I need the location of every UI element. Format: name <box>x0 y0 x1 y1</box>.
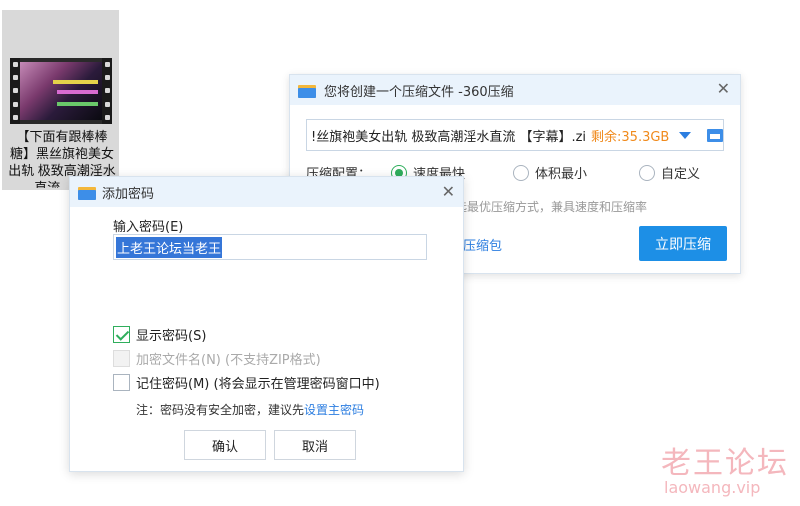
remember-password-label: 记住密码(M) (将会显示在管理密码窗口中) <box>136 377 380 392</box>
show-password-label: 显示密码(S) <box>136 329 207 344</box>
remember-password-checkbox[interactable] <box>113 374 130 391</box>
video-thumbnail <box>10 58 112 124</box>
confirm-button[interactable]: 确认 <box>184 430 266 460</box>
compress-now-button[interactable]: 立即压缩 <box>639 226 727 261</box>
watermark-url: laowang.vip <box>664 478 761 497</box>
close-icon[interactable]: ✕ <box>717 81 730 97</box>
remember-password-row[interactable]: 记住密码(M) (将会显示在管理密码窗口中) <box>113 373 380 392</box>
desktop-file-icon[interactable]: 【下面有跟棒棒糖】黑丝旗袍美女出轨 极致高潮淫水直流 【字 <box>2 10 119 190</box>
password-dialog-title: 添加密码 <box>102 186 155 202</box>
chevron-down-icon[interactable] <box>679 131 692 139</box>
close-icon[interactable]: ✕ <box>442 184 455 200</box>
note-text: 注：密码没有安全加密，建议先 <box>136 403 305 417</box>
output-path-field[interactable]: !丝旗袍美女出轨 极致高潮淫水直流 【字幕】.zip 剩余:35.3GB <box>306 119 724 151</box>
radio-custom[interactable] <box>639 164 656 181</box>
encrypt-filenames-label: 加密文件名(N) (不支持ZIP格式) <box>136 353 321 368</box>
show-password-checkbox[interactable] <box>113 326 130 343</box>
compress-window-title: 您将创建一个压缩文件 -360压缩 <box>324 84 514 100</box>
film-strip-left <box>10 58 20 124</box>
encrypt-filenames-row: 加密文件名(N) (不支持ZIP格式) <box>113 349 321 368</box>
option-custom-label: 自定义 <box>661 167 701 182</box>
watermark-title: 老王论坛 <box>661 446 789 481</box>
password-input-value: 上老王论坛当老王 <box>116 236 223 258</box>
compress-window-titlebar[interactable]: 您将创建一个压缩文件 -360压缩 <box>290 75 740 105</box>
security-note: 注：密码没有安全加密，建议先设置主密码 <box>136 401 364 418</box>
option-custom[interactable]: 自定义 <box>639 163 700 182</box>
show-password-row[interactable]: 显示密码(S) <box>113 325 206 344</box>
enter-password-label: 输入密码(E) <box>113 220 184 235</box>
config-hint: 选最优压缩方式，兼具速度和压缩率 <box>455 200 648 214</box>
film-strip-right <box>102 58 112 124</box>
radio-smallest[interactable] <box>513 164 530 181</box>
password-input[interactable]: 上老王论坛当老王 <box>113 234 427 260</box>
cancel-button[interactable]: 取消 <box>274 430 356 460</box>
password-dialog-titlebar[interactable]: 添加密码 <box>70 177 463 207</box>
output-path-text: !丝旗袍美女出轨 极致高潮淫水直流 【字幕】.zip <box>311 129 586 145</box>
encrypt-filenames-checkbox <box>113 350 130 367</box>
option-smallest[interactable]: 体积最小 <box>513 163 587 182</box>
archive-folder-icon <box>298 83 316 98</box>
browse-folder-icon[interactable] <box>707 128 724 142</box>
free-space-label: 剩余:35.3GB <box>591 129 670 145</box>
add-password-dialog: 添加密码 ✕ 输入密码(E) 上老王论坛当老王 显示密码(S) 加密文件名(N)… <box>69 176 464 472</box>
option-smallest-label: 体积最小 <box>535 167 588 182</box>
thumbnail-image <box>20 62 102 120</box>
archive-folder-icon <box>78 185 96 200</box>
package-link[interactable]: 压缩包 <box>463 235 502 254</box>
set-master-password-link[interactable]: 设置主密码 <box>304 403 364 417</box>
